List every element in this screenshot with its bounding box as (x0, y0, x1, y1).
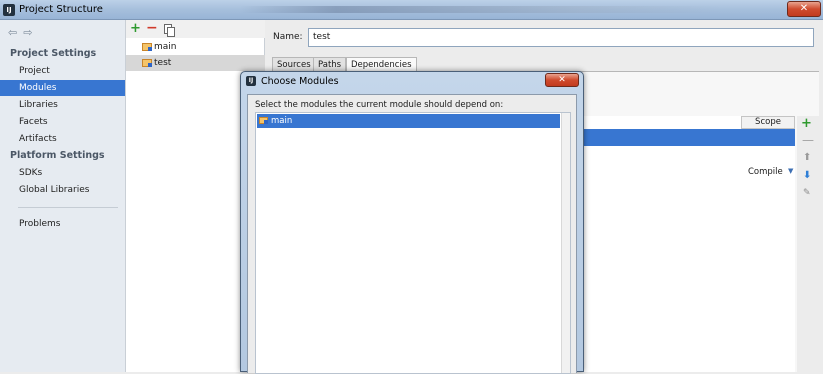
dialog-title: Choose Modules (261, 76, 339, 87)
sidebar-item-global-libraries[interactable]: Global Libraries (0, 182, 125, 198)
tree-row-main[interactable]: main (126, 39, 265, 55)
copy-module-icon[interactable] (164, 24, 175, 37)
tree-toolbar: + − (126, 20, 265, 38)
module-name-field[interactable]: test (308, 28, 814, 47)
dialog-close-button[interactable]: ✕ (545, 73, 579, 87)
nav-arrows: ⇦⇨ (8, 26, 38, 39)
remove-dependency-icon[interactable]: — (802, 133, 814, 147)
sidebar-item-problems[interactable]: Problems (0, 216, 125, 232)
move-down-icon[interactable]: ⬇ (803, 170, 811, 181)
scope-value[interactable]: Compile (748, 167, 783, 177)
tree-row-test[interactable]: test (126, 55, 265, 71)
module-list: main (255, 112, 571, 374)
add-dependency-icon[interactable]: + (801, 116, 812, 131)
list-item-main[interactable]: main (257, 114, 560, 128)
window-close-button[interactable]: ✕ (787, 1, 821, 17)
forward-arrow-icon[interactable]: ⇨ (23, 26, 38, 39)
list-item-label: main (271, 116, 293, 126)
sidebar-item-libraries[interactable]: Libraries (0, 97, 125, 113)
dependency-row-selected[interactable] (579, 129, 795, 146)
tab-dependencies[interactable]: Dependencies (346, 57, 417, 72)
dependencies-table (579, 116, 795, 372)
edit-dependency-icon[interactable]: ✎ (803, 188, 811, 198)
module-list-scrollbar[interactable] (561, 113, 570, 373)
module-folder-icon (142, 59, 152, 67)
add-module-icon[interactable]: + (130, 21, 141, 36)
window-title: Project Structure (19, 4, 103, 15)
window-titlebar: IJ Project Structure ✕ (0, 0, 823, 20)
sidebar-divider (18, 207, 118, 208)
module-folder-icon (259, 117, 268, 124)
scope-dropdown-icon[interactable]: ▼ (788, 167, 793, 175)
tree-row-label: test (154, 58, 172, 68)
sidebar-item-modules[interactable]: Modules (0, 80, 125, 96)
tab-sources[interactable]: Sources (272, 57, 316, 72)
dialog-body: Select the modules the current module sh… (247, 94, 577, 374)
module-folder-icon (142, 43, 152, 51)
sidebar-item-sdks[interactable]: SDKs (0, 165, 125, 181)
blurred-titlebar-text (240, 6, 720, 13)
name-label: Name: (273, 32, 303, 42)
dialog-prompt: Select the modules the current module sh… (255, 100, 504, 110)
sidebar-item-project[interactable]: Project (0, 63, 125, 79)
choose-modules-dialog: IJ Choose Modules ✕ Select the modules t… (240, 71, 584, 374)
dialog-app-icon: IJ (246, 76, 256, 86)
settings-sidebar: ⇦⇨ Project Settings Project Modules Libr… (0, 20, 126, 372)
back-arrow-icon[interactable]: ⇦ (8, 26, 23, 39)
tab-paths[interactable]: Paths (313, 57, 347, 72)
tree-row-label: main (154, 42, 177, 52)
project-settings-header: Project Settings (10, 48, 97, 59)
sidebar-item-facets[interactable]: Facets (0, 114, 125, 130)
move-up-icon[interactable]: ⬆ (803, 152, 811, 163)
sidebar-item-artifacts[interactable]: Artifacts (0, 131, 125, 147)
remove-module-icon[interactable]: − (146, 20, 158, 36)
scope-column-header[interactable]: Scope (741, 116, 795, 129)
app-icon: IJ (3, 4, 15, 16)
platform-settings-header: Platform Settings (10, 150, 105, 161)
